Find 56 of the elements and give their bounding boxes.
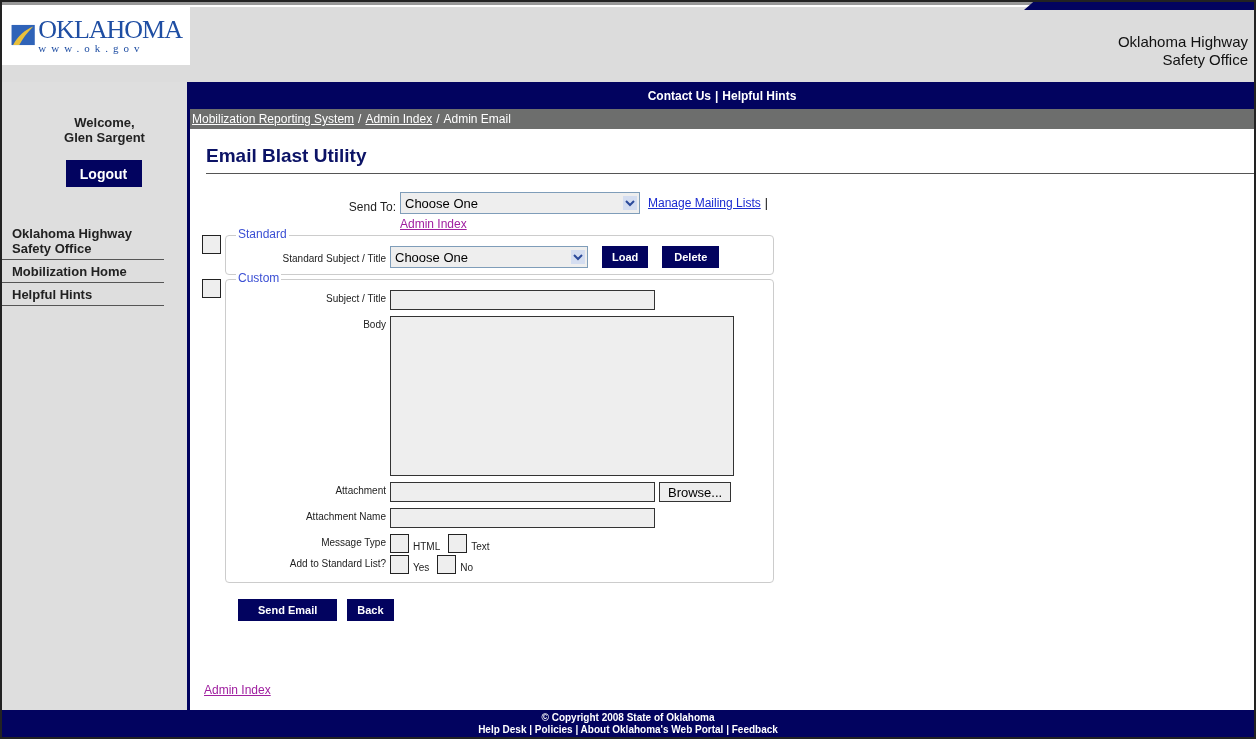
body-field[interactable] [390, 316, 734, 476]
field-label: Add to Standard List? [288, 557, 386, 569]
dropdown[interactable]: Choose One [400, 192, 640, 214]
manage-lists-link[interactable]: Manage Mailing Lists [648, 196, 761, 210]
admin-index-link[interactable]: Admin Index [400, 217, 467, 231]
field-label: Standard Subject / Title [281, 252, 386, 264]
radio-button[interactable] [390, 555, 409, 574]
sidebar-item[interactable]: Mobilization Home [2, 260, 164, 283]
field-label: Message Type [320, 536, 386, 548]
group-legend: Standard [236, 227, 289, 241]
copyright-text: © Copyright 2008 State of Oklahoma [541, 712, 715, 724]
breadcrumb-current: Admin Email [443, 112, 511, 126]
welcome-text: Welcome, Glen Sargent [63, 115, 146, 145]
option-label: No [460, 561, 474, 573]
group-legend: Custom [236, 271, 282, 285]
agency-name: Safety Office [1161, 51, 1248, 69]
admin-index-link[interactable]: Admin Index [204, 683, 271, 697]
footer-links: Help Desk | Policies | About Oklahoma's Web Portal | Feedback [478, 724, 778, 736]
field-label: Body [362, 318, 386, 330]
radio-button[interactable] [202, 279, 221, 298]
logout-button[interactable]: Logout [65, 160, 142, 187]
browse-button[interactable]: Browse... [659, 482, 732, 502]
separator: | [715, 88, 719, 103]
field-label: Subject / Title [324, 292, 386, 304]
attachment-field[interactable] [390, 482, 655, 502]
radio-button[interactable] [448, 534, 468, 553]
radio-button[interactable] [202, 235, 221, 254]
breadcrumb-link[interactable]: Admin Index [365, 112, 433, 126]
radio-button[interactable] [437, 555, 457, 574]
back-button[interactable]: Back [347, 599, 394, 621]
nav-link[interactable]: Contact Us [647, 88, 711, 103]
subject-field[interactable] [390, 290, 655, 310]
option-label: Yes [413, 561, 430, 573]
separator: / [358, 112, 362, 126]
agency-name: Oklahoma Highway [1117, 33, 1248, 51]
field-label: Attachment Name [304, 510, 386, 522]
load-button[interactable]: Load [602, 246, 649, 268]
field-label: Attachment [334, 484, 386, 496]
sidebar-item[interactable]: Helpful Hints [2, 283, 164, 306]
option-label: HTML [413, 540, 441, 552]
caret-icon [623, 196, 637, 210]
nav-link[interactable]: Helpful Hints [722, 88, 797, 103]
breadcrumb-link[interactable]: Mobilization Reporting System [192, 112, 355, 126]
attachment-name-field[interactable] [390, 508, 655, 528]
logo[interactable]: OKLAHOMA www.ok.gov [2, 5, 190, 65]
delete-button[interactable]: Delete [662, 246, 720, 268]
separator: / [436, 112, 440, 126]
option-label: Text [471, 540, 490, 552]
field-label: Send To: [347, 199, 396, 214]
page-title: Email Blast Utility [206, 145, 1254, 174]
dropdown[interactable]: Choose One [390, 246, 588, 268]
send-email-button[interactable]: Send Email [238, 599, 338, 621]
separator: | [764, 196, 768, 210]
caret-icon [571, 250, 585, 264]
sidebar-item[interactable]: Oklahoma Highway Safety Office [2, 222, 164, 260]
radio-button[interactable] [390, 534, 409, 553]
